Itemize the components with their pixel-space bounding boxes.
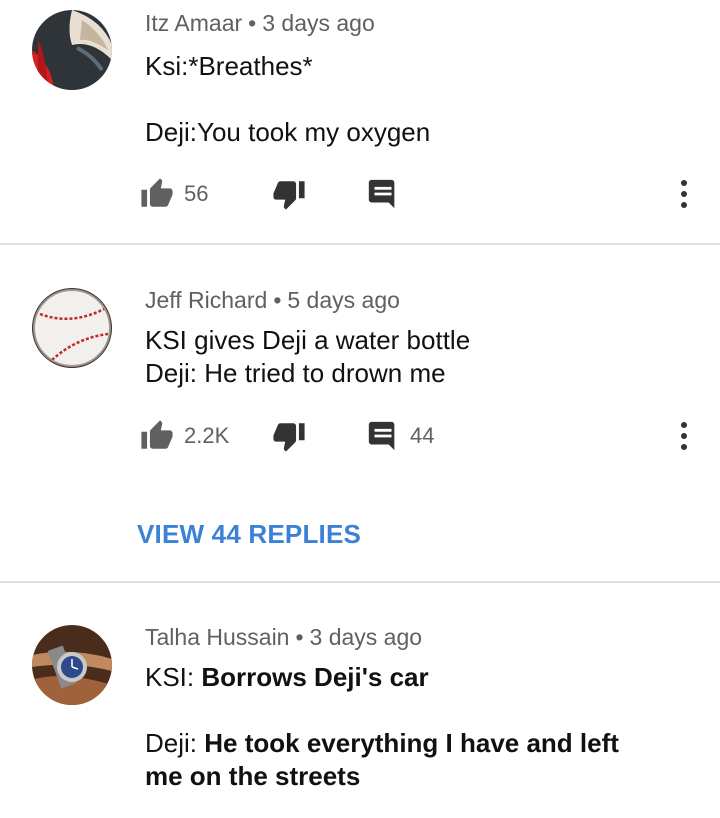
comment-meta: Jeff Richard • 5 days ago (145, 287, 400, 314)
comment-line-bold: Borrows Deji's car (201, 662, 429, 692)
comment-line-prefix: KSI: (145, 662, 202, 692)
like-count: 56 (184, 181, 209, 206)
comment-time[interactable]: 5 days ago (287, 287, 400, 313)
comment-actions: 56 (140, 174, 700, 214)
thumb-down-icon (273, 423, 305, 452)
comment-time[interactable]: 3 days ago (262, 10, 375, 36)
meta-separator: • (295, 624, 304, 650)
thumb-down-icon (273, 181, 305, 210)
comment-actions: 2.2K 44 (140, 416, 700, 456)
meta-separator: • (273, 287, 282, 313)
more-vert-icon[interactable] (678, 416, 690, 456)
comment-line: Deji: He took everything I have and left… (145, 727, 645, 793)
comment-divider (0, 581, 720, 583)
comment-line: Deji:You took my oxygen (145, 117, 431, 147)
comment-time[interactable]: 3 days ago (310, 624, 423, 650)
reply-button[interactable] (366, 174, 400, 214)
reply-icon (368, 421, 395, 451)
comment-meta: Talha Hussain • 3 days ago (145, 624, 422, 651)
comment-author[interactable]: Talha Hussain (145, 624, 289, 650)
like-count: 2.2K (184, 423, 230, 448)
avatar[interactable] (32, 625, 112, 705)
comment-author[interactable]: Jeff Richard (145, 287, 267, 313)
comment-line-bold: He took everything I have and left me on… (145, 728, 619, 791)
dislike-button[interactable] (272, 416, 306, 456)
comment-line: Deji: He tried to drown me (145, 358, 446, 388)
comment-line: KSI gives Deji a water bottle (145, 325, 471, 355)
meta-separator: • (248, 10, 257, 36)
thumb-up-icon (141, 178, 173, 207)
like-button[interactable]: 56 (140, 174, 208, 214)
comment-meta: Itz Amaar • 3 days ago (145, 10, 375, 37)
more-vert-icon[interactable] (678, 174, 690, 214)
avatar[interactable] (32, 288, 112, 368)
avatar[interactable] (32, 10, 112, 90)
comment-line-prefix: Deji: (145, 728, 205, 758)
avatar-image (32, 288, 112, 368)
like-button[interactable]: 2.2K (140, 416, 229, 456)
avatar-image (32, 625, 112, 705)
comment-line: KSI: Borrows Deji's car (145, 661, 645, 694)
comment-text: KSI: Borrows Deji's car Deji: He took ev… (145, 661, 645, 793)
comment-author[interactable]: Itz Amaar (145, 10, 242, 36)
thumb-up-icon (141, 420, 173, 449)
comment-text: Ksi:*Breathes* Deji:You took my oxygen (145, 50, 685, 149)
comment-line: Ksi:*Breathes* (145, 51, 313, 81)
view-replies-link[interactable]: VIEW 44 REPLIES (137, 519, 361, 550)
avatar-image (32, 10, 112, 90)
reply-count: 44 (410, 423, 435, 448)
comment-divider (0, 243, 720, 245)
reply-button[interactable]: 44 (366, 416, 434, 456)
reply-icon (368, 179, 395, 209)
dislike-button[interactable] (272, 174, 306, 214)
comment-text: KSI gives Deji a water bottle Deji: He t… (145, 324, 685, 390)
